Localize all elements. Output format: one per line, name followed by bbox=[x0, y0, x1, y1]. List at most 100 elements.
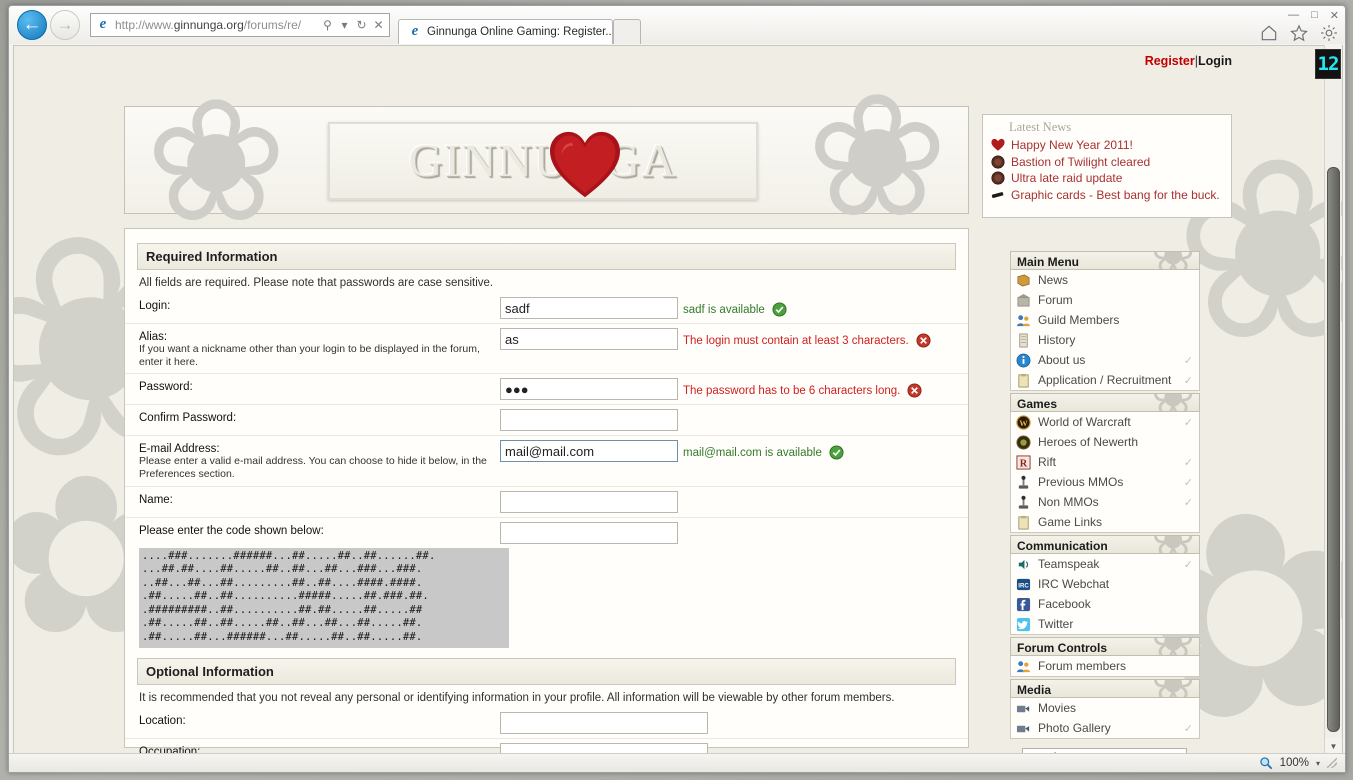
sidebar-group-title: ❀ Media bbox=[1010, 679, 1200, 698]
chevron-down-icon[interactable]: ✓ bbox=[1184, 456, 1193, 469]
sidebar-item-rift[interactable]: R Rift ✓ bbox=[1011, 452, 1199, 472]
sidebar-item-facebook[interactable]: Facebook bbox=[1011, 594, 1199, 614]
sidebar-group-title: ❀ Forum Controls bbox=[1010, 637, 1200, 656]
news-item[interactable]: Happy New Year 2011! bbox=[991, 138, 1223, 152]
alias-input[interactable] bbox=[500, 328, 678, 350]
email-label: E-mail Address: bbox=[139, 443, 220, 456]
table-row: Confirm Password: bbox=[125, 405, 968, 436]
gear-icon[interactable] bbox=[1319, 23, 1339, 43]
site-banner: ❀ ❀ GINNUNGA bbox=[124, 58, 969, 256]
error-icon bbox=[907, 383, 922, 398]
address-bar[interactable]: http://www.ginnunga.org/forums/re/ ⚲ ▾ ↻… bbox=[90, 13, 390, 37]
location-label: Location: bbox=[139, 714, 186, 727]
chevron-down-icon[interactable]: ✓ bbox=[1184, 496, 1193, 509]
email-input[interactable] bbox=[500, 440, 678, 463]
minimize-icon[interactable]: — bbox=[1288, 9, 1299, 22]
news-item[interactable]: Bastion of Twilight cleared bbox=[991, 155, 1223, 169]
sidebar-item-previous-mmos[interactable]: Previous MMOs ✓ bbox=[1011, 472, 1199, 492]
search-icon[interactable]: ⚲ bbox=[319, 18, 336, 32]
location-input[interactable] bbox=[500, 711, 708, 734]
magnifier-icon[interactable] bbox=[1259, 756, 1273, 770]
sidebar-item-guild-members[interactable]: Guild Members bbox=[1011, 310, 1199, 330]
home-icon[interactable] bbox=[1259, 23, 1279, 43]
clipboard-icon bbox=[1018, 515, 1029, 529]
scrollbar-thumb[interactable] bbox=[1327, 167, 1340, 732]
chevron-down-icon[interactable]: ✓ bbox=[1184, 722, 1193, 735]
register-link[interactable]: Register bbox=[1145, 54, 1195, 68]
error-icon bbox=[916, 333, 931, 348]
login-input[interactable] bbox=[500, 297, 678, 319]
swirl-decoration-icon: ❀ bbox=[1151, 394, 1195, 411]
login-link[interactable]: Login bbox=[1198, 54, 1232, 68]
banner-swirl-icon: ❀ bbox=[805, 58, 948, 256]
sidebar-item-forum[interactable]: Forum bbox=[1011, 290, 1199, 310]
zoom-level[interactable]: 100% bbox=[1280, 757, 1309, 769]
alias-status-message: The login must contain at least 3 charac… bbox=[683, 324, 968, 348]
optional-section-description: It is recommended that you not reveal an… bbox=[139, 691, 895, 704]
logo-plate[interactable]: GINNUNGA bbox=[328, 122, 758, 200]
sidebar-item-irc-webchat[interactable]: IRC IRC Webchat bbox=[1011, 574, 1199, 594]
star-icon[interactable] bbox=[1289, 23, 1309, 43]
sidebar-item-twitter[interactable]: Twitter bbox=[1011, 614, 1199, 634]
news-item-label: Graphic cards - Best bang for the buck. bbox=[1011, 187, 1220, 202]
sidebar-item-label: Guild Members bbox=[1038, 313, 1120, 327]
sidebar-item-label: Application / Recruitment bbox=[1038, 373, 1172, 387]
chevron-down-icon[interactable]: ▾ bbox=[336, 18, 353, 32]
alias-label: Alias: bbox=[139, 331, 168, 343]
table-row: E-mail Address: Please enter a valid e-m… bbox=[125, 436, 968, 486]
joystick-icon bbox=[1018, 475, 1029, 489]
sidebar-group-label: Media bbox=[1017, 683, 1052, 697]
resize-grip[interactable] bbox=[1327, 758, 1337, 768]
name-label: Name: bbox=[139, 493, 173, 506]
table-row: Password: The password has to be 6 chara… bbox=[125, 374, 968, 405]
swirl-decoration-icon: ❀ bbox=[1151, 680, 1195, 697]
forward-button[interactable]: → bbox=[50, 10, 80, 40]
sidebar-item-heroes-of-newerth[interactable]: Heroes of Newerth bbox=[1011, 432, 1199, 452]
success-icon bbox=[772, 302, 787, 317]
sidebar-item-about-us[interactable]: About us ✓ bbox=[1011, 350, 1199, 370]
tab-register[interactable]: Ginnunga Online Gaming: Register... bbox=[398, 19, 613, 44]
sidebar-item-photo-gallery[interactable]: Photo Gallery ✓ bbox=[1011, 718, 1199, 738]
maximize-icon[interactable]: □ bbox=[1311, 9, 1318, 22]
news-item-label: Happy New Year 2011! bbox=[1011, 138, 1133, 152]
news-item[interactable]: Graphic cards - Best bang for the buck. bbox=[991, 188, 1223, 202]
sidebar-item-history[interactable]: History bbox=[1011, 330, 1199, 350]
swirl-decoration-icon: ❀ bbox=[1151, 252, 1195, 269]
window-controls: — □ ✕ bbox=[1288, 9, 1339, 22]
chevron-down-icon[interactable]: ✓ bbox=[1184, 558, 1193, 571]
sidebar-item-news[interactable]: News bbox=[1011, 270, 1199, 290]
new-tab-button[interactable] bbox=[613, 19, 641, 44]
password-input[interactable] bbox=[500, 378, 678, 401]
vertical-scrollbar[interactable]: ▲ ▼ bbox=[1324, 45, 1342, 755]
svg-text:IRC: IRC bbox=[1018, 582, 1029, 589]
info-icon bbox=[1016, 353, 1031, 367]
chevron-down-icon[interactable]: ✓ bbox=[1184, 416, 1193, 429]
chevron-down-icon[interactable]: ▾ bbox=[1316, 759, 1320, 768]
sidebar-item-application-recruitment[interactable]: Application / Recruitment ✓ bbox=[1011, 370, 1199, 390]
twitter-icon bbox=[1016, 617, 1031, 631]
captcha-input[interactable] bbox=[500, 521, 678, 544]
chevron-down-icon[interactable]: ✓ bbox=[1184, 476, 1193, 489]
sidebar-item-game-links[interactable]: Game Links bbox=[1011, 512, 1199, 532]
latest-news-title: Latest News bbox=[1009, 120, 1072, 134]
sidebar-item-world-of-warcraft[interactable]: W World of Warcraft ✓ bbox=[1011, 412, 1199, 432]
corner-badge[interactable]: 12 bbox=[1315, 49, 1341, 79]
stop-icon[interactable]: ✕ bbox=[370, 18, 387, 32]
sidebar-item-label: Game Links bbox=[1038, 515, 1103, 529]
confirm-password-input[interactable] bbox=[500, 409, 678, 432]
tab-title: Ginnunga Online Gaming: Register... bbox=[427, 26, 613, 38]
sidebar-item-label: News bbox=[1038, 273, 1069, 287]
chevron-down-icon[interactable]: ✓ bbox=[1184, 354, 1193, 367]
sidebar-item-label: Previous MMOs bbox=[1038, 475, 1124, 489]
back-button[interactable]: ← bbox=[17, 10, 47, 40]
sidebar-item-non-mmos[interactable]: Non MMOs ✓ bbox=[1011, 492, 1199, 512]
close-icon[interactable]: ✕ bbox=[1330, 9, 1339, 22]
news-item[interactable]: Ultra late raid update bbox=[991, 171, 1223, 185]
sidebar-item-forum-members[interactable]: Forum members bbox=[1011, 656, 1199, 676]
refresh-icon[interactable]: ↻ bbox=[353, 18, 370, 32]
chevron-down-icon[interactable]: ✓ bbox=[1184, 374, 1193, 387]
name-input[interactable] bbox=[500, 490, 678, 513]
sidebar-item-movies[interactable]: Movies bbox=[1011, 698, 1199, 718]
sidebar-item-teamspeak[interactable]: Teamspeak ✓ bbox=[1011, 554, 1199, 574]
swirl-decoration-icon: ❀ bbox=[1151, 638, 1195, 655]
